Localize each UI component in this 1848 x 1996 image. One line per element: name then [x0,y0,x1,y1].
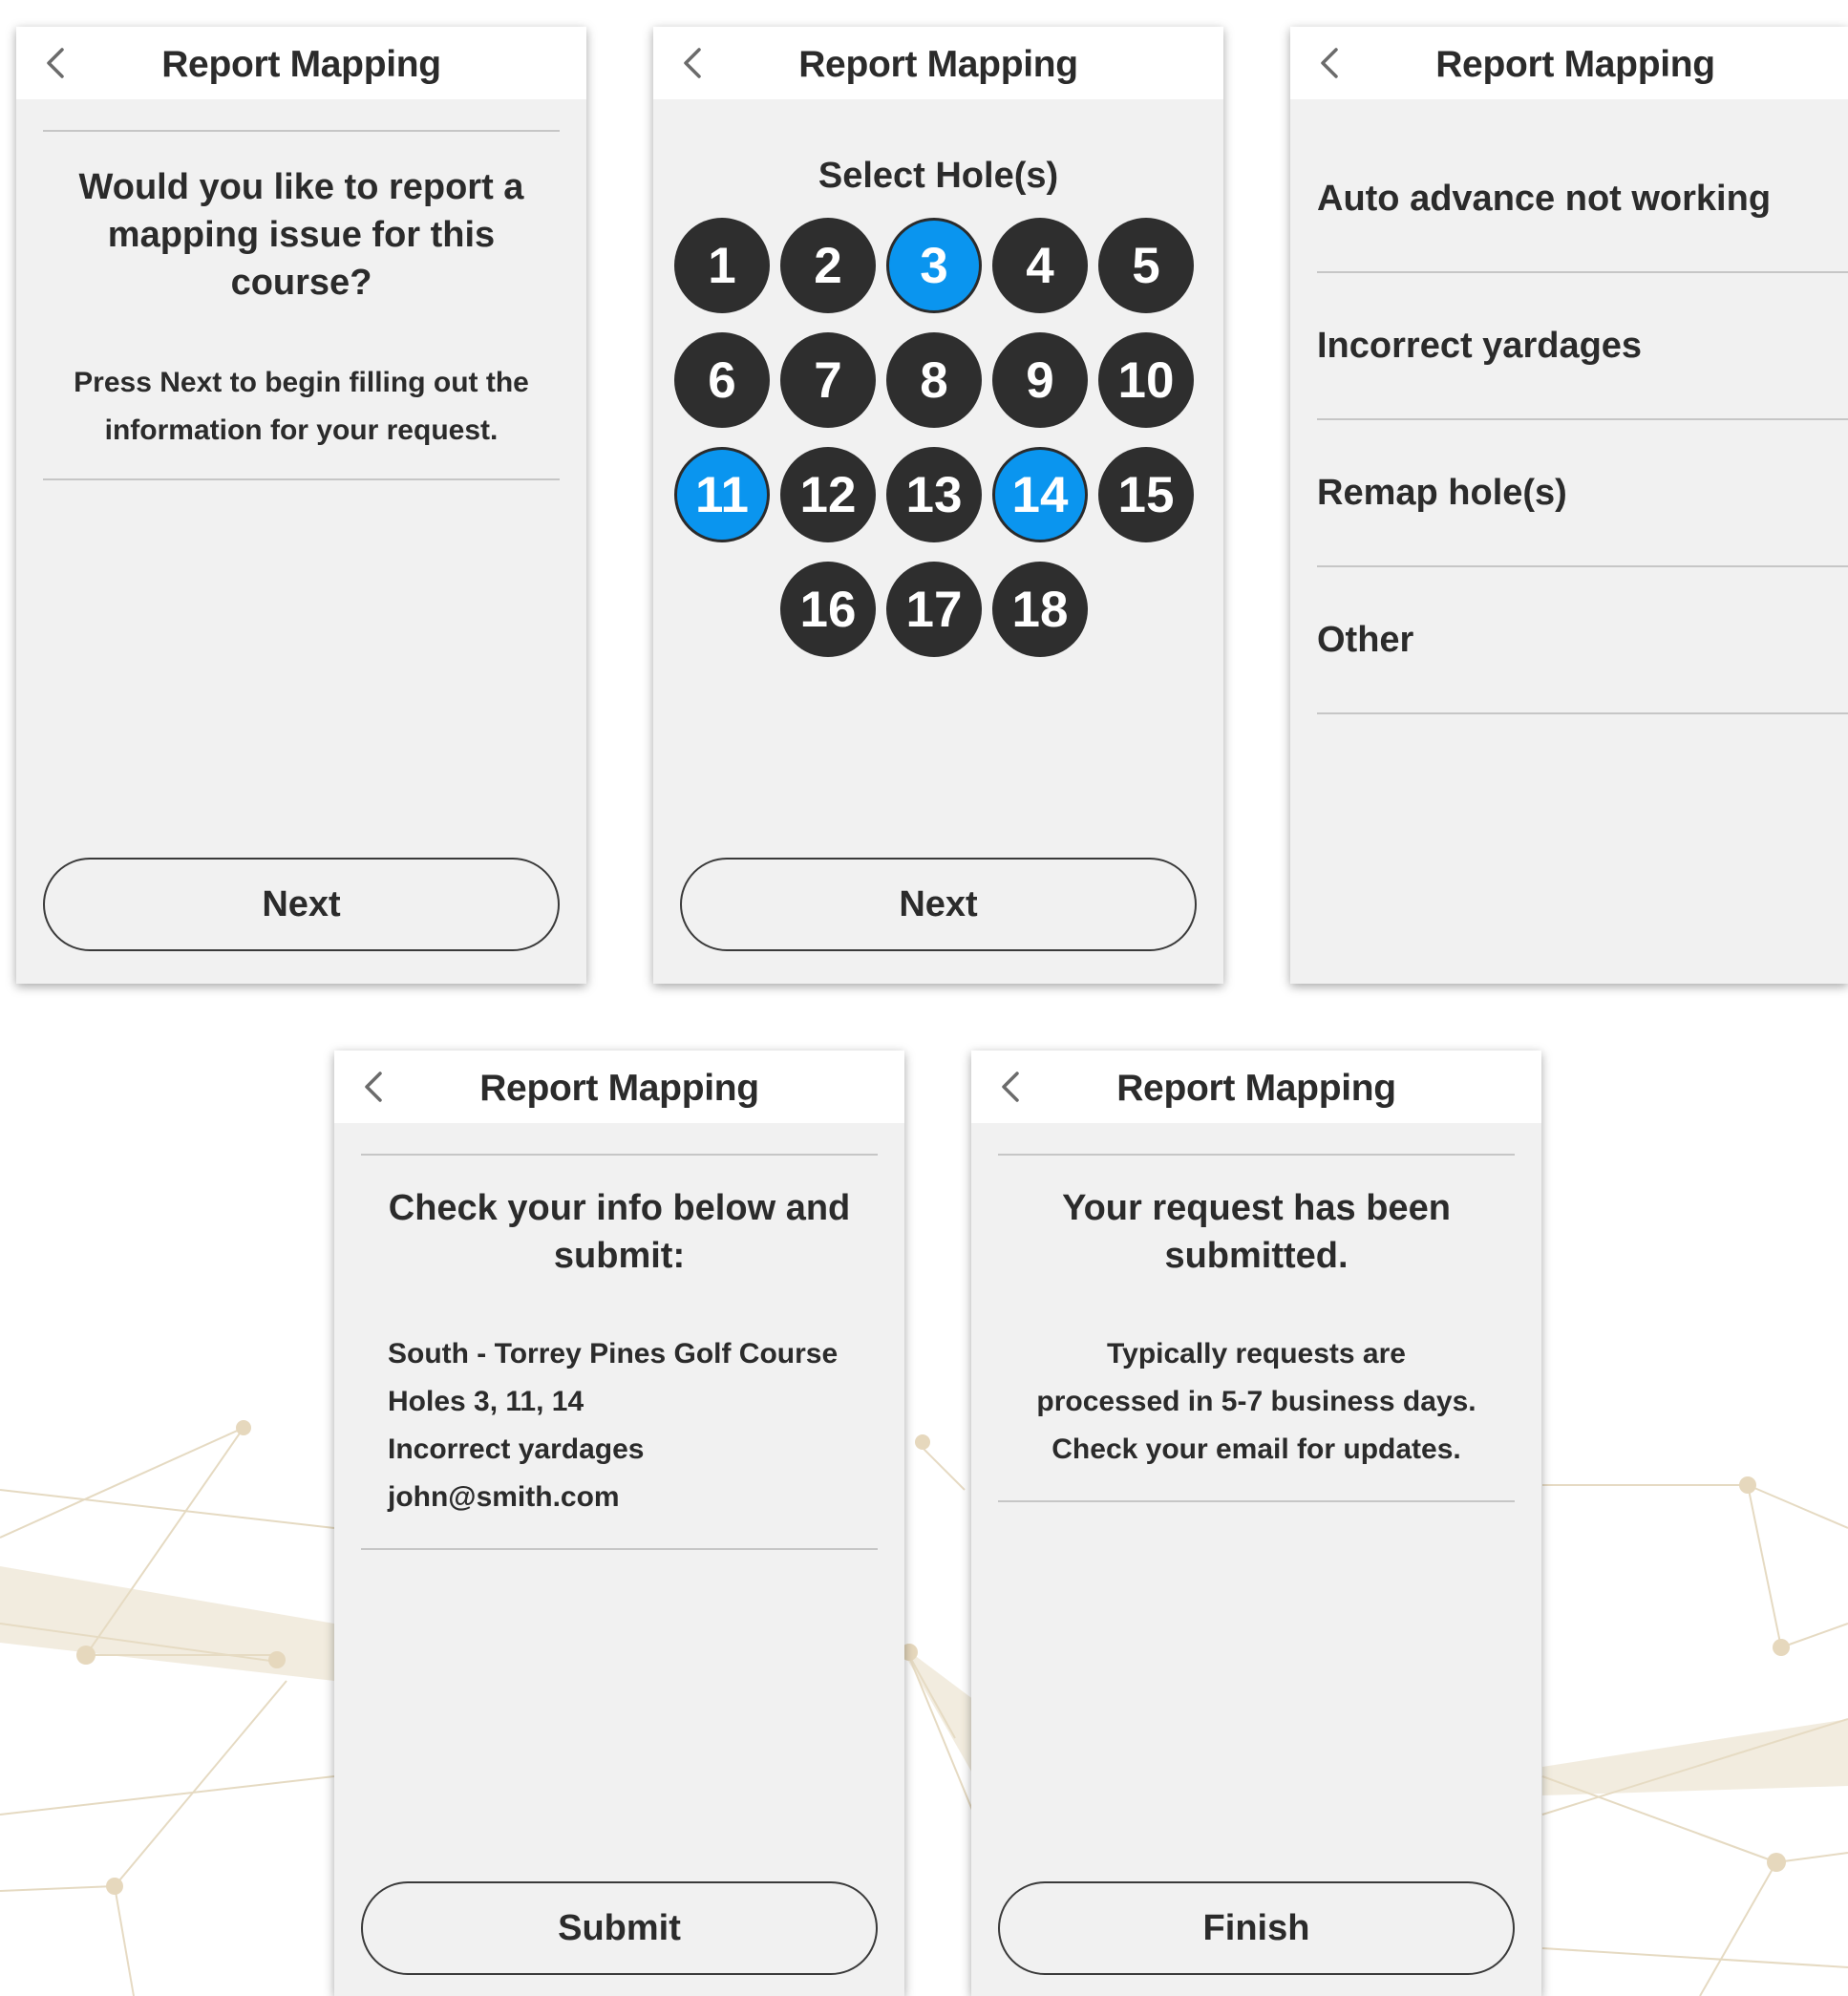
option-other[interactable]: Other [1317,567,1848,714]
page-title: Report Mapping [798,44,1078,85]
hole-button-11[interactable]: 11 [674,447,770,542]
hole-button-12[interactable]: 12 [780,447,876,542]
processing-info-line: Typically requests are [1107,1338,1406,1370]
divider [43,478,560,480]
screen-submitted: Report Mapping Your request has been sub… [971,1051,1541,1996]
instructions-text: Press Next to begin filling out the info… [74,367,529,446]
header-bar: Report Mapping [16,27,586,99]
next-button[interactable]: Next [43,858,560,951]
divider [361,1548,878,1550]
hole-button-18[interactable]: 18 [992,562,1088,657]
check-info-heading: Check your info below and submit: [388,1188,851,1276]
info-course: South - Torrey Pines Golf Course [388,1338,839,1370]
screen-select-holes: Report Mapping Select Hole(s) 1234567891… [653,27,1223,984]
hole-button-10[interactable]: 10 [1098,332,1194,428]
hole-button-8[interactable]: 8 [886,332,982,428]
header-bar: Report Mapping [653,27,1223,99]
hole-button-5[interactable]: 5 [1098,218,1194,313]
info-issue: Incorrect yardages [388,1433,645,1465]
divider [998,1500,1515,1502]
select-holes-heading: Select Hole(s) [818,156,1059,196]
hole-button-17[interactable]: 17 [886,562,982,657]
info-email: john@smith.com [388,1481,620,1513]
hole-button-2[interactable]: 2 [780,218,876,313]
option-label: Incorrect yardages [1317,326,1643,366]
processing-info-line: processed in 5-7 business days. [1036,1386,1476,1417]
divider [43,130,560,132]
hole-button-1[interactable]: 1 [674,218,770,313]
hole-button-4[interactable]: 4 [992,218,1088,313]
finish-button[interactable]: Finish [998,1881,1515,1975]
hole-button-7[interactable]: 7 [780,332,876,428]
option-remap-holes[interactable]: Remap hole(s) [1317,420,1848,567]
option-label: Auto advance not working [1317,179,1772,219]
hole-button-3[interactable]: 3 [886,218,982,313]
option-incorrect-yardages[interactable]: Incorrect yardages [1317,273,1848,420]
page-title: Report Mapping [479,1068,759,1109]
hole-button-15[interactable]: 15 [1098,447,1194,542]
divider [361,1154,878,1156]
screen-report-intro: Report Mapping Would you like to report … [16,27,586,984]
hole-button-16[interactable]: 16 [780,562,876,657]
submit-button[interactable]: Submit [361,1881,878,1975]
option-auto-advance[interactable]: Auto advance not working [1317,126,1848,273]
hole-button-6[interactable]: 6 [674,332,770,428]
info-holes: Holes 3, 11, 14 [388,1386,584,1417]
divider [998,1154,1515,1156]
report-question: Would you like to report a mapping issue… [78,167,524,303]
submitted-heading: Your request has been submitted. [1062,1188,1451,1276]
next-button[interactable]: Next [680,858,1197,951]
page-title: Report Mapping [1116,1068,1396,1109]
processing-info-line: Check your email for updates. [1051,1433,1461,1465]
page-title: Report Mapping [1435,44,1715,85]
screen-check-info: Report Mapping Check your info below and… [334,1051,904,1996]
option-label: Other [1317,620,1414,660]
header-bar: Report Mapping [971,1051,1541,1123]
hole-button-14[interactable]: 14 [992,447,1088,542]
hole-button-9[interactable]: 9 [992,332,1088,428]
screen-issue-type: Report Mapping Auto advance not working … [1290,27,1848,984]
page-title: Report Mapping [161,44,441,85]
hole-button-13[interactable]: 13 [886,447,982,542]
option-label: Remap hole(s) [1317,473,1567,513]
header-bar: Report Mapping [1290,27,1848,99]
header-bar: Report Mapping [334,1051,904,1123]
